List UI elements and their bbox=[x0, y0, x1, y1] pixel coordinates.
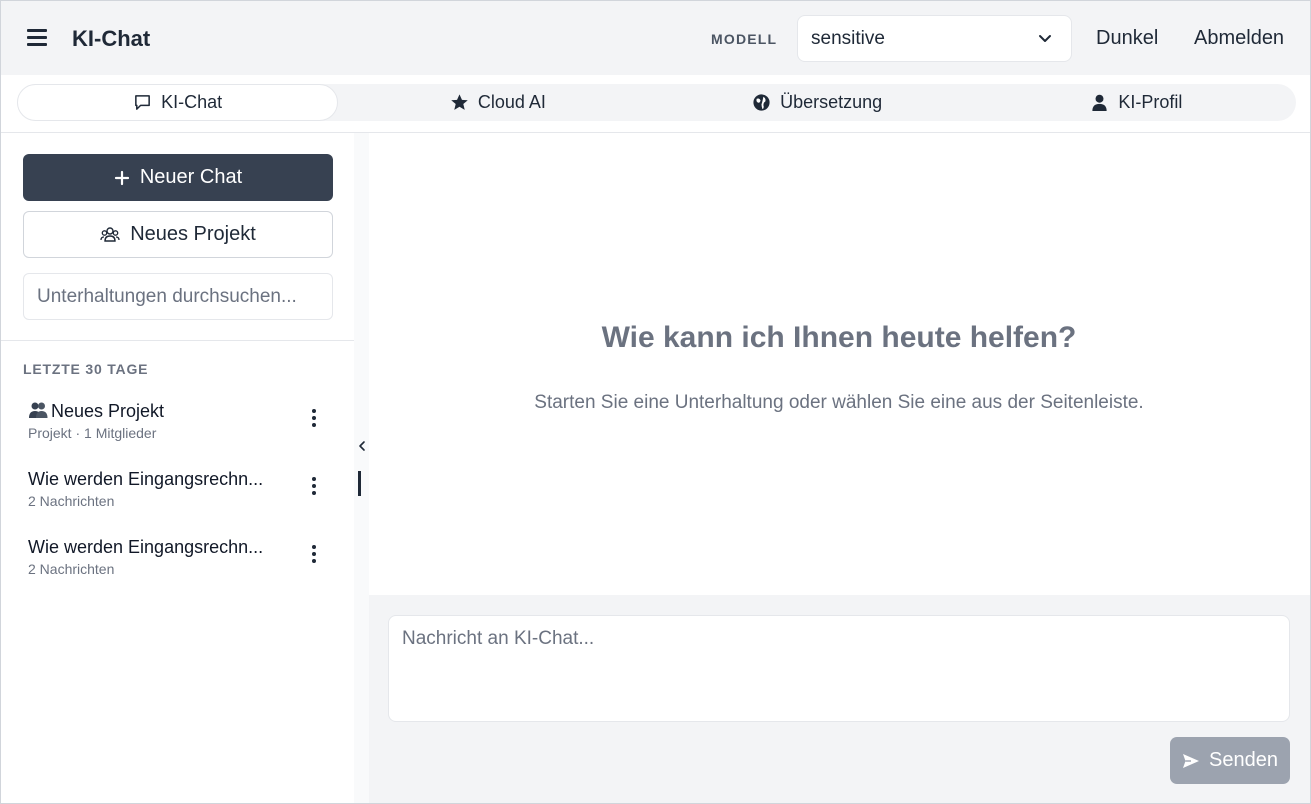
send-button[interactable]: Senden bbox=[1170, 737, 1290, 784]
conversation-subtitle: 2 Nachrichten bbox=[28, 561, 115, 577]
new-chat-button[interactable]: Neuer Chat bbox=[23, 154, 333, 201]
tab-uebersetzung[interactable]: Übersetzung bbox=[658, 84, 977, 121]
section-label-last-30-days: LETZTE 30 TAGE bbox=[23, 361, 149, 377]
new-project-button[interactable]: Neues Projekt bbox=[23, 211, 333, 258]
conversation-subtitle: Projekt · 1 Mitglieder bbox=[28, 425, 157, 441]
model-label: MODELL bbox=[711, 31, 778, 47]
conversation-item[interactable]: Wie werden Eingangsrechn... 2 Nachrichte… bbox=[1, 469, 354, 529]
conversation-title: Neues Projekt bbox=[28, 401, 164, 422]
menu-icon[interactable] bbox=[27, 29, 47, 47]
tab-cloud-ai[interactable]: Cloud AI bbox=[338, 84, 657, 121]
tab-label: Übersetzung bbox=[780, 92, 883, 112]
logout-link[interactable]: Abmelden bbox=[1194, 27, 1284, 50]
star-icon bbox=[451, 94, 468, 110]
user-icon bbox=[1092, 94, 1107, 112]
conversation-item-project[interactable]: Neues Projekt Projekt · 1 Mitglieder bbox=[1, 401, 354, 461]
more-options-icon[interactable] bbox=[307, 407, 321, 429]
chat-bubble-icon bbox=[135, 95, 151, 110]
tab-label: Cloud AI bbox=[477, 92, 546, 112]
composer: Senden bbox=[369, 595, 1310, 803]
top-bar: KI-Chat MODELL sensitive Dunkel Abmelden bbox=[1, 1, 1310, 75]
conversation-title: Wie werden Eingangsrechn... bbox=[28, 537, 264, 557]
chevron-left-icon[interactable] bbox=[357, 439, 367, 453]
tab-label: KI-Chat bbox=[161, 92, 223, 112]
chat-area: Wie kann ich Ihnen heute helfen? Starten… bbox=[369, 133, 1310, 595]
more-options-icon[interactable] bbox=[307, 475, 321, 497]
project-people-icon bbox=[29, 402, 48, 418]
people-icon bbox=[100, 226, 120, 242]
send-label: Senden bbox=[1209, 749, 1278, 771]
conversation-title-text: Neues Projekt bbox=[51, 401, 165, 421]
more-options-icon[interactable] bbox=[307, 543, 321, 565]
conversation-title: Wie werden Eingangsrechn... bbox=[28, 469, 264, 489]
send-icon bbox=[1183, 753, 1200, 768]
conversation-item[interactable]: Wie werden Eingangsrechn... 2 Nachrichte… bbox=[1, 537, 354, 597]
new-project-label: Neues Projekt bbox=[130, 223, 256, 245]
theme-toggle-link[interactable]: Dunkel bbox=[1096, 27, 1158, 50]
app-title: KI-Chat bbox=[72, 26, 151, 51]
tab-ki-profil[interactable]: KI-Profil bbox=[977, 84, 1296, 121]
sidebar-divider bbox=[1, 340, 354, 341]
model-select-value: sensitive bbox=[811, 27, 885, 49]
message-input[interactable] bbox=[388, 615, 1290, 722]
plus-icon bbox=[114, 170, 129, 185]
globe-icon bbox=[753, 94, 770, 111]
sidebar-gutter bbox=[354, 133, 369, 803]
conversation-search-input[interactable] bbox=[23, 273, 333, 320]
welcome-title: Wie kann ich Ihnen heute helfen? bbox=[601, 321, 1077, 354]
new-chat-label: Neuer Chat bbox=[139, 166, 243, 188]
sidebar-resize-handle[interactable] bbox=[358, 471, 361, 496]
welcome-subtitle: Starten Sie eine Unterhaltung oder wähle… bbox=[534, 392, 1144, 413]
tab-ki-chat[interactable]: KI-Chat bbox=[17, 84, 339, 121]
conversation-subtitle: 2 Nachrichten bbox=[28, 493, 115, 509]
model-select[interactable]: sensitive bbox=[797, 15, 1072, 62]
tab-bar: KI-Chat Cloud AI Übersetzung KI-Profil bbox=[17, 84, 1296, 121]
sidebar: Neuer Chat Neues Projekt LETZTE 30 TAGE bbox=[1, 133, 354, 803]
app-window: KI-Chat MODELL sensitive Dunkel Abmelden… bbox=[0, 0, 1311, 804]
chevron-down-icon bbox=[1039, 35, 1051, 42]
tab-label: KI-Profil bbox=[1118, 92, 1183, 112]
